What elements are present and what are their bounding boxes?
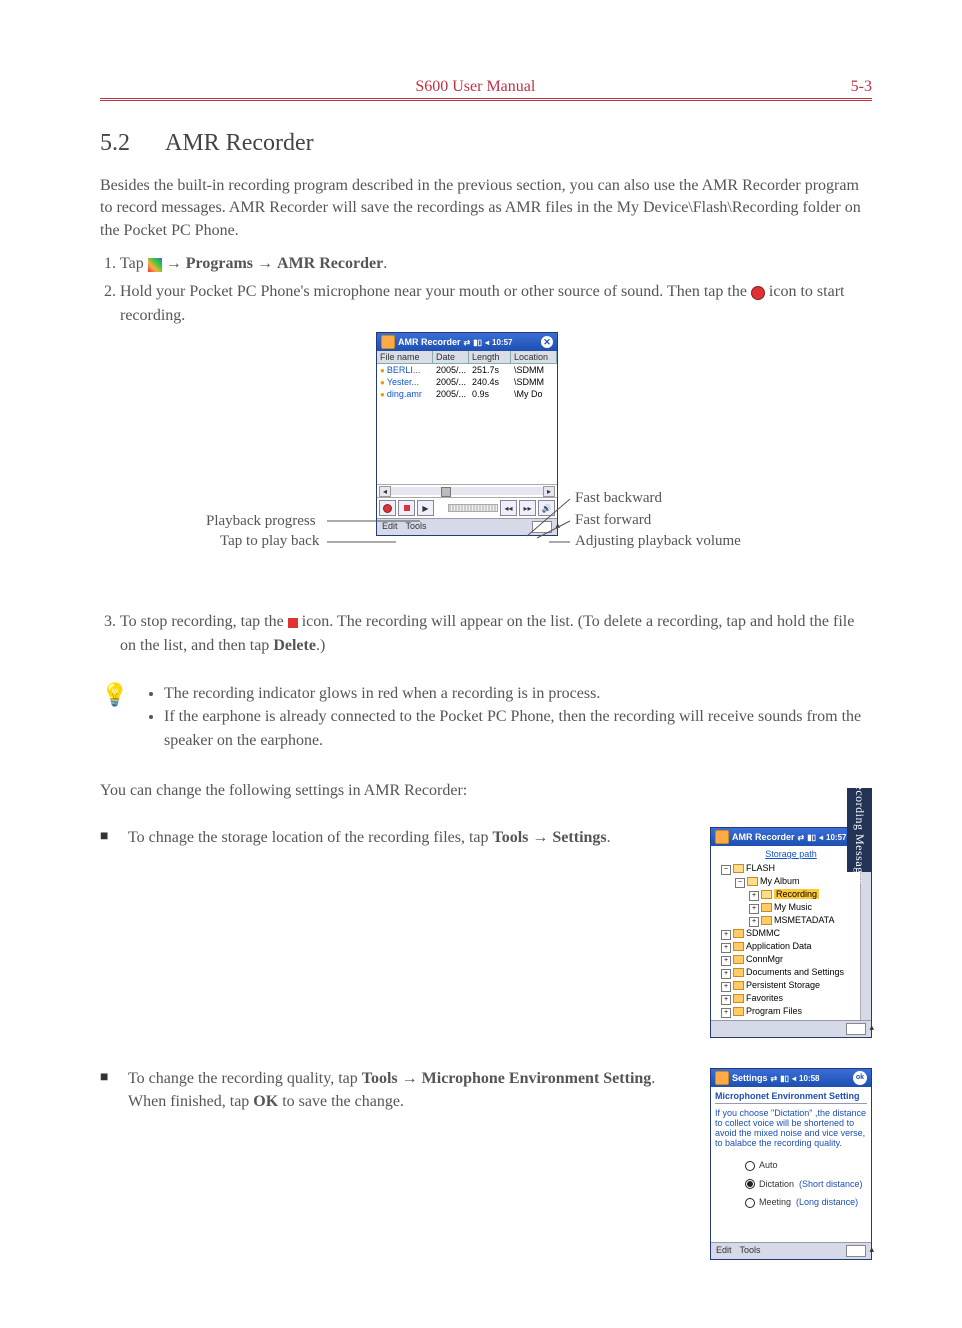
tree-node[interactable]: +Application Data (713, 940, 869, 953)
tree-node[interactable]: +My Documents (713, 1018, 869, 1020)
tip-lightbulb-icon: 💡 (100, 682, 130, 752)
tip-item: The recording indicator glows in red whe… (164, 682, 872, 705)
tree-node[interactable]: −FLASH (713, 862, 869, 875)
tree-node[interactable]: +My Music (713, 901, 869, 914)
radio-meeting[interactable]: Meeting (Long distance) (745, 1197, 867, 1208)
settings-intro: You can change the following settings in… (100, 780, 872, 802)
step-3: To stop recording, tap the icon. The rec… (120, 610, 872, 658)
page-number: 5-3 (851, 78, 872, 96)
tip-item: If the earphone is already connected to … (164, 705, 872, 751)
app-icon (715, 1071, 729, 1085)
menu-tools[interactable]: Tools (740, 1245, 761, 1257)
callout-tap-to-play: Tap to play back (220, 533, 319, 550)
stop-icon (288, 618, 298, 628)
radio-auto[interactable]: Auto (745, 1160, 867, 1171)
start-menu-icon (148, 258, 162, 272)
storage-path-header: Storage path (713, 848, 869, 860)
section-title: AMR Recorder (165, 130, 314, 157)
window-title: AMR Recorder (732, 832, 795, 842)
clock-text: 10:57 (826, 833, 846, 842)
header-title: S600 User Manual (415, 78, 535, 96)
tree-node[interactable]: −My Album (713, 875, 869, 888)
app-icon (715, 830, 729, 844)
callout-playback-progress: Playback progress (206, 513, 316, 530)
tree-node[interactable]: +SDMMC (713, 927, 869, 940)
step-1: Tap → Programs → AMR Recorder. (120, 252, 872, 276)
tree-node[interactable]: +Persistent Storage (713, 979, 869, 992)
menu-edit[interactable]: Edit (716, 1245, 732, 1257)
tree-node[interactable]: +Favorites (713, 992, 869, 1005)
tree-node[interactable]: +MSMETADATA (713, 914, 869, 927)
clock-text: 10:58 (799, 1074, 819, 1083)
window-title: Settings (732, 1073, 768, 1083)
section-tab: Recording Messages (847, 788, 872, 872)
callout-fast-forward: Fast forward (575, 512, 651, 529)
intro-paragraph: Besides the built-in recording program d… (100, 175, 872, 242)
header-rule (100, 98, 872, 101)
callout-volume: Adjusting playback volume (575, 533, 741, 550)
tree-node[interactable]: +Documents and Settings (713, 966, 869, 979)
bullet-storage-location: To chnage the storage location of the re… (100, 827, 696, 849)
radio-dictation[interactable]: Dictation (Short distance) (745, 1179, 867, 1190)
callout-lines (100, 332, 600, 592)
tree-node[interactable]: +Program Files (713, 1005, 869, 1018)
bullet-mic-environment: To change the recording quality, tap Too… (100, 1068, 696, 1113)
settings-note: If you choose "Dictation" ,the distance … (715, 1108, 867, 1148)
step-2: Hold your Pocket PC Phone's microphone n… (120, 280, 872, 328)
mic-settings-screenshot: Settings ⇄▮▯◂10:58 ok Microphonet Enviro… (710, 1068, 872, 1260)
keyboard-icon[interactable] (846, 1023, 866, 1035)
record-icon (751, 286, 765, 300)
keyboard-icon[interactable] (846, 1245, 866, 1257)
section-number: 5.2 (100, 130, 130, 157)
settings-subtitle: Microphonet Environment Setting (715, 1091, 867, 1104)
ok-button[interactable]: ok (853, 1071, 867, 1085)
tree-node[interactable]: +Recording (713, 888, 869, 901)
callout-fast-backward: Fast backward (575, 490, 662, 507)
tree-node[interactable]: +ConnMgr (713, 953, 869, 966)
